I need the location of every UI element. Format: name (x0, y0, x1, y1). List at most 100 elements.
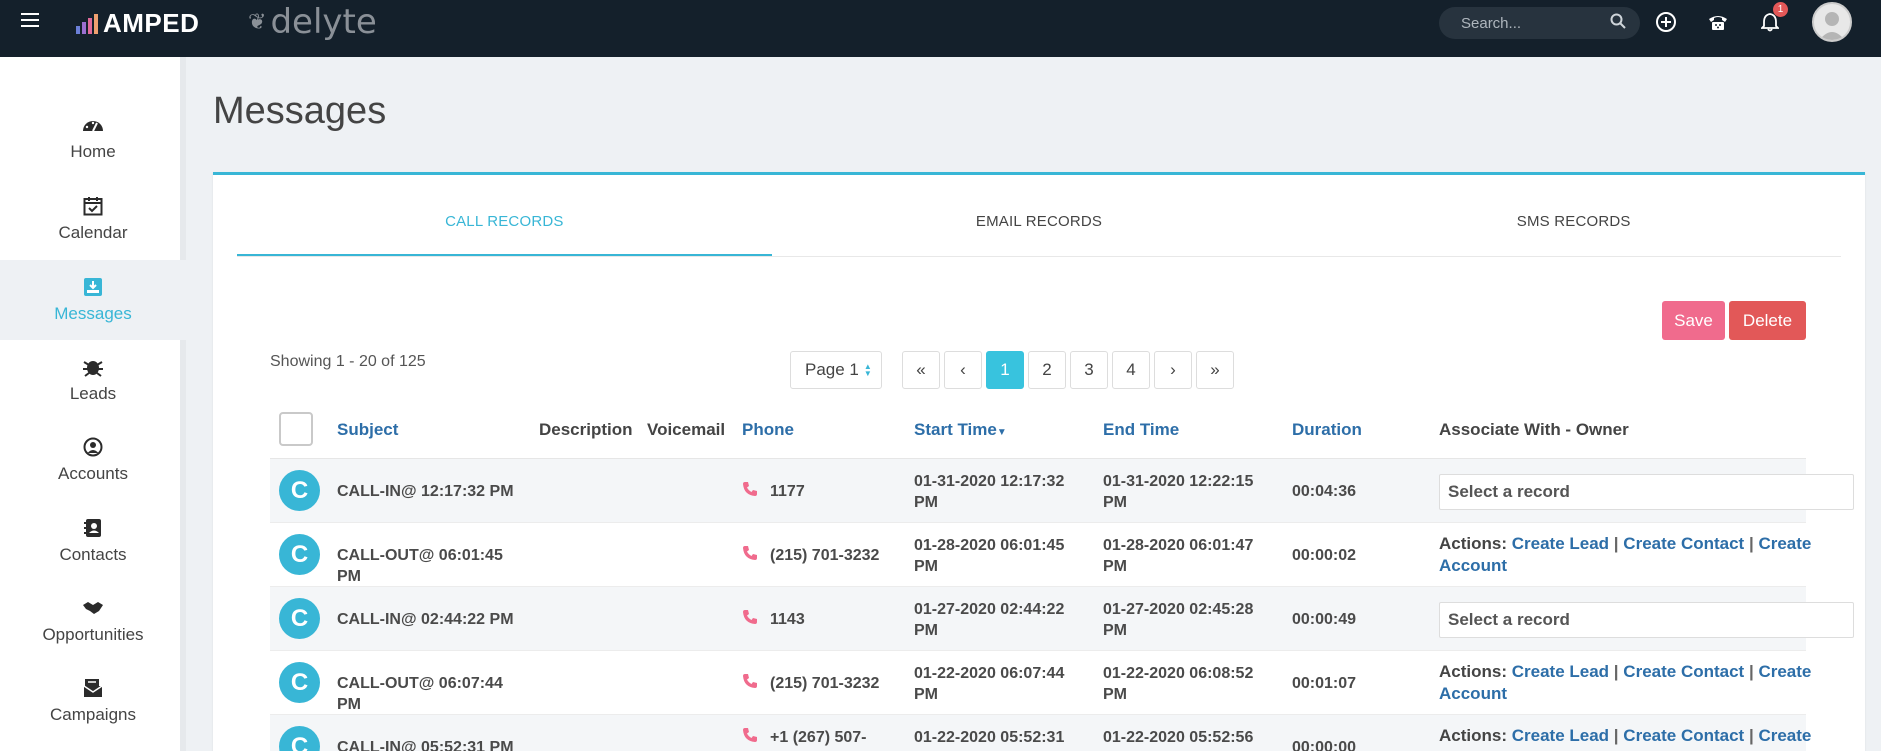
tab-sms-records[interactable]: SMS RECORDS (1306, 205, 1841, 256)
create-lead-link[interactable]: Create Lead (1512, 534, 1609, 553)
create-contact-link[interactable]: Create Contact (1623, 726, 1744, 745)
sidebar-item-label: Leads (69, 384, 117, 403)
pager-page-1[interactable]: 1 (986, 351, 1024, 389)
actions-prefix: Actions: (1439, 662, 1507, 681)
actions-separator: | (1748, 726, 1754, 745)
row-end-time-date: 01-22-2020 06:08:52 (1103, 665, 1254, 682)
row-start-time-date: 01-22-2020 05:52:31 (914, 729, 1065, 746)
pager-next[interactable]: › (1154, 351, 1192, 389)
sidebar-item-label: Contacts (59, 545, 127, 564)
pager-last[interactable]: » (1196, 351, 1234, 389)
table-row[interactable]: C CALL-OUT@ 06:07:44 PM (215) 701-3232 01… (270, 651, 1811, 715)
brand-logo[interactable]: AMPED (76, 8, 199, 39)
search-box (1439, 7, 1640, 39)
pager-prev[interactable]: ‹ (944, 351, 982, 389)
row-start-time-meridiem: PM (914, 686, 938, 703)
row-duration: 00:04:36 (1292, 483, 1357, 500)
sidebar-item-opportunities[interactable]: Opportunities (0, 581, 186, 661)
sidebar-item-contacts[interactable]: Contacts (0, 501, 186, 581)
add-circle-icon[interactable] (1654, 10, 1678, 34)
column-duration[interactable]: Duration (1292, 420, 1362, 440)
table-row[interactable]: C CALL-IN@ 12:17:32 PM 1177 01-31-2020 1… (270, 459, 1854, 523)
row-end-time-meridiem: PM (1103, 558, 1127, 575)
row-start-time-meridiem: PM (914, 622, 938, 639)
row-start-time: 01-31-2020 12:17:32 PM (914, 471, 1064, 513)
phone-icon (742, 609, 758, 630)
search-icon[interactable] (1610, 13, 1626, 34)
pager-page-3[interactable]: 3 (1070, 351, 1108, 389)
save-button[interactable]: Save (1662, 301, 1725, 340)
user-circle-icon (82, 436, 104, 458)
envelope-icon (82, 677, 104, 699)
create-account-line-1: Create (1758, 662, 1812, 681)
sidebar-item-label: Messages (54, 304, 132, 323)
table-row[interactable]: C CALL-IN@ 02:44:22 PM 1143 01-27-2020 0… (270, 587, 1854, 651)
top-bar: AMPED ❦ delyte 1 (0, 0, 1881, 57)
user-avatar[interactable] (1812, 2, 1852, 42)
row-start-time-date: 01-31-2020 12:17:32 (914, 473, 1065, 490)
table-row[interactable]: C CALL-IN@ 05:52:31 PM +1 (267) 507-9156… (270, 715, 1811, 751)
delyte-name: delyte (270, 2, 377, 42)
row-start-time-meridiem: PM (914, 558, 938, 575)
pager-first[interactable]: « (902, 351, 940, 389)
row-end-time: 01-22-2020 05:52:56PM (1103, 727, 1253, 751)
row-subject[interactable]: CALL-IN@ 12:17:32 PM (337, 481, 514, 502)
row-subject[interactable]: CALL-IN@ 05:52:31 PM (337, 737, 514, 751)
brand-bars-icon (76, 13, 100, 34)
bug-icon (82, 356, 104, 378)
bell-icon[interactable]: 1 (1758, 2, 1788, 34)
sidebar-item-messages[interactable]: Messages (0, 260, 186, 340)
sidebar-item-label: Calendar (58, 223, 128, 242)
row-subject[interactable]: CALL-OUT@ 06:01:45 PM (337, 545, 503, 587)
page-select[interactable]: Page 1 ▲ ▼ (790, 351, 882, 389)
row-subject[interactable]: CALL-OUT@ 06:07:44 PM (337, 673, 503, 715)
sidebar-item-leads[interactable]: Leads (0, 340, 186, 420)
row-start-time: 01-22-2020 06:07:44 PM (914, 663, 1064, 705)
create-account-line-2: Account (1439, 556, 1507, 575)
search-input[interactable] (1461, 14, 1601, 32)
row-actions: Actions: Create Lead | Create Contact | … (1439, 725, 1819, 751)
create-contact-link[interactable]: Create Contact (1623, 534, 1744, 553)
row-start-time-meridiem: PM (914, 494, 938, 511)
sidebar-item-label: Home (70, 142, 116, 161)
column-subject[interactable]: Subject (337, 420, 398, 440)
sidebar-item-accounts[interactable]: Accounts (0, 420, 186, 500)
column-end-time[interactable]: End Time (1103, 420, 1179, 440)
associate-record-select[interactable]: Select a record (1439, 602, 1854, 638)
row-duration: 00:00:00 (1292, 739, 1357, 751)
pager-page-2[interactable]: 2 (1028, 351, 1066, 389)
row-phone: (215) 701-3232 (770, 675, 880, 692)
sidebar-item-home[interactable]: Home (0, 98, 186, 178)
select-all-checkbox[interactable] (279, 412, 313, 446)
create-lead-link[interactable]: Create Lead (1512, 662, 1609, 681)
delete-button[interactable]: Delete (1729, 301, 1806, 340)
row-end-time-date: 01-28-2020 06:01:47 (1103, 537, 1254, 554)
dashboard-icon (82, 114, 104, 136)
tab-call-records[interactable]: CALL RECORDS (237, 205, 772, 256)
messages-card: CALL RECORDS EMAIL RECORDS SMS RECORDS S… (213, 172, 1865, 751)
hamburger-menu-icon[interactable] (21, 13, 39, 27)
row-subject-line-1: CALL-IN@ 02:44:22 PM (337, 611, 514, 628)
table-row[interactable]: C CALL-OUT@ 06:01:45 PM (215) 701-3232 01… (270, 523, 1811, 587)
sidebar: Home Calendar Messages Leads Accounts Co… (0, 57, 186, 751)
column-voicemail: Voicemail (647, 420, 726, 439)
phone-dialer-icon[interactable] (1706, 10, 1730, 34)
row-start-time-date: 01-27-2020 02:44:22 (914, 601, 1065, 618)
page-title: Messages (213, 90, 387, 132)
row-end-time-date: 01-22-2020 05:52:56 (1103, 729, 1254, 746)
create-lead-link[interactable]: Create Lead (1512, 726, 1609, 745)
row-end-time: 01-28-2020 06:01:47 PM (1103, 535, 1253, 577)
create-contact-link[interactable]: Create Contact (1623, 662, 1744, 681)
notification-badge: 1 (1773, 2, 1788, 17)
column-start-time[interactable]: Start Time▼ (914, 420, 1007, 440)
sidebar-item-calendar[interactable]: Calendar (0, 179, 186, 259)
column-start-time-label: Start Time (914, 420, 997, 439)
create-account-line-1: Create (1758, 726, 1812, 745)
column-phone[interactable]: Phone (742, 420, 794, 440)
page-select-value: Page 1 (805, 360, 859, 379)
pager-page-4[interactable]: 4 (1112, 351, 1150, 389)
associate-record-select[interactable]: Select a record (1439, 474, 1854, 510)
row-subject[interactable]: CALL-IN@ 02:44:22 PM (337, 609, 514, 630)
sidebar-item-campaigns[interactable]: Campaigns (0, 661, 186, 741)
tab-email-records[interactable]: EMAIL RECORDS (772, 205, 1307, 256)
